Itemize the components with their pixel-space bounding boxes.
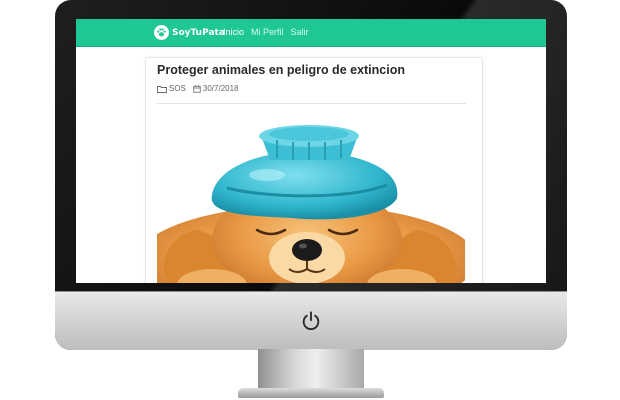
brand[interactable]: SoyTuPata [154, 24, 225, 41]
site-navbar: SoyTuPata Inicio Mi Perfil Salir [76, 19, 546, 47]
monitor-stand [258, 349, 364, 390]
date-label: 30/7/2018 [202, 84, 239, 93]
calendar-icon [193, 84, 201, 93]
monitor-stand-base [238, 388, 384, 398]
nav-link-mi-perfil[interactable]: Mi Perfil [251, 27, 284, 37]
post-image [157, 110, 465, 283]
paw-icon [154, 25, 169, 40]
folder-icon [157, 85, 167, 93]
post-category[interactable]: SOS [157, 84, 186, 93]
post-meta: SOS 30/7/2018 [157, 84, 239, 93]
screen: SoyTuPata Inicio Mi Perfil Salir Protege… [76, 19, 546, 283]
post-date: 30/7/2018 [193, 84, 239, 93]
power-icon[interactable] [300, 310, 322, 332]
nav-links: Inicio Mi Perfil Salir [223, 27, 309, 37]
post-card: Proteger animales en peligro de extincio… [145, 57, 483, 283]
divider [157, 103, 466, 104]
post-title[interactable]: Proteger animales en peligro de extincio… [157, 63, 405, 77]
nav-link-inicio[interactable]: Inicio [223, 27, 244, 37]
nav-link-salir[interactable]: Salir [291, 27, 309, 37]
monitor-frame: SoyTuPata Inicio Mi Perfil Salir Protege… [55, 0, 567, 350]
monitor-chin [55, 291, 567, 350]
category-label: SOS [169, 84, 186, 93]
brand-name: SoyTuPata [172, 27, 225, 38]
